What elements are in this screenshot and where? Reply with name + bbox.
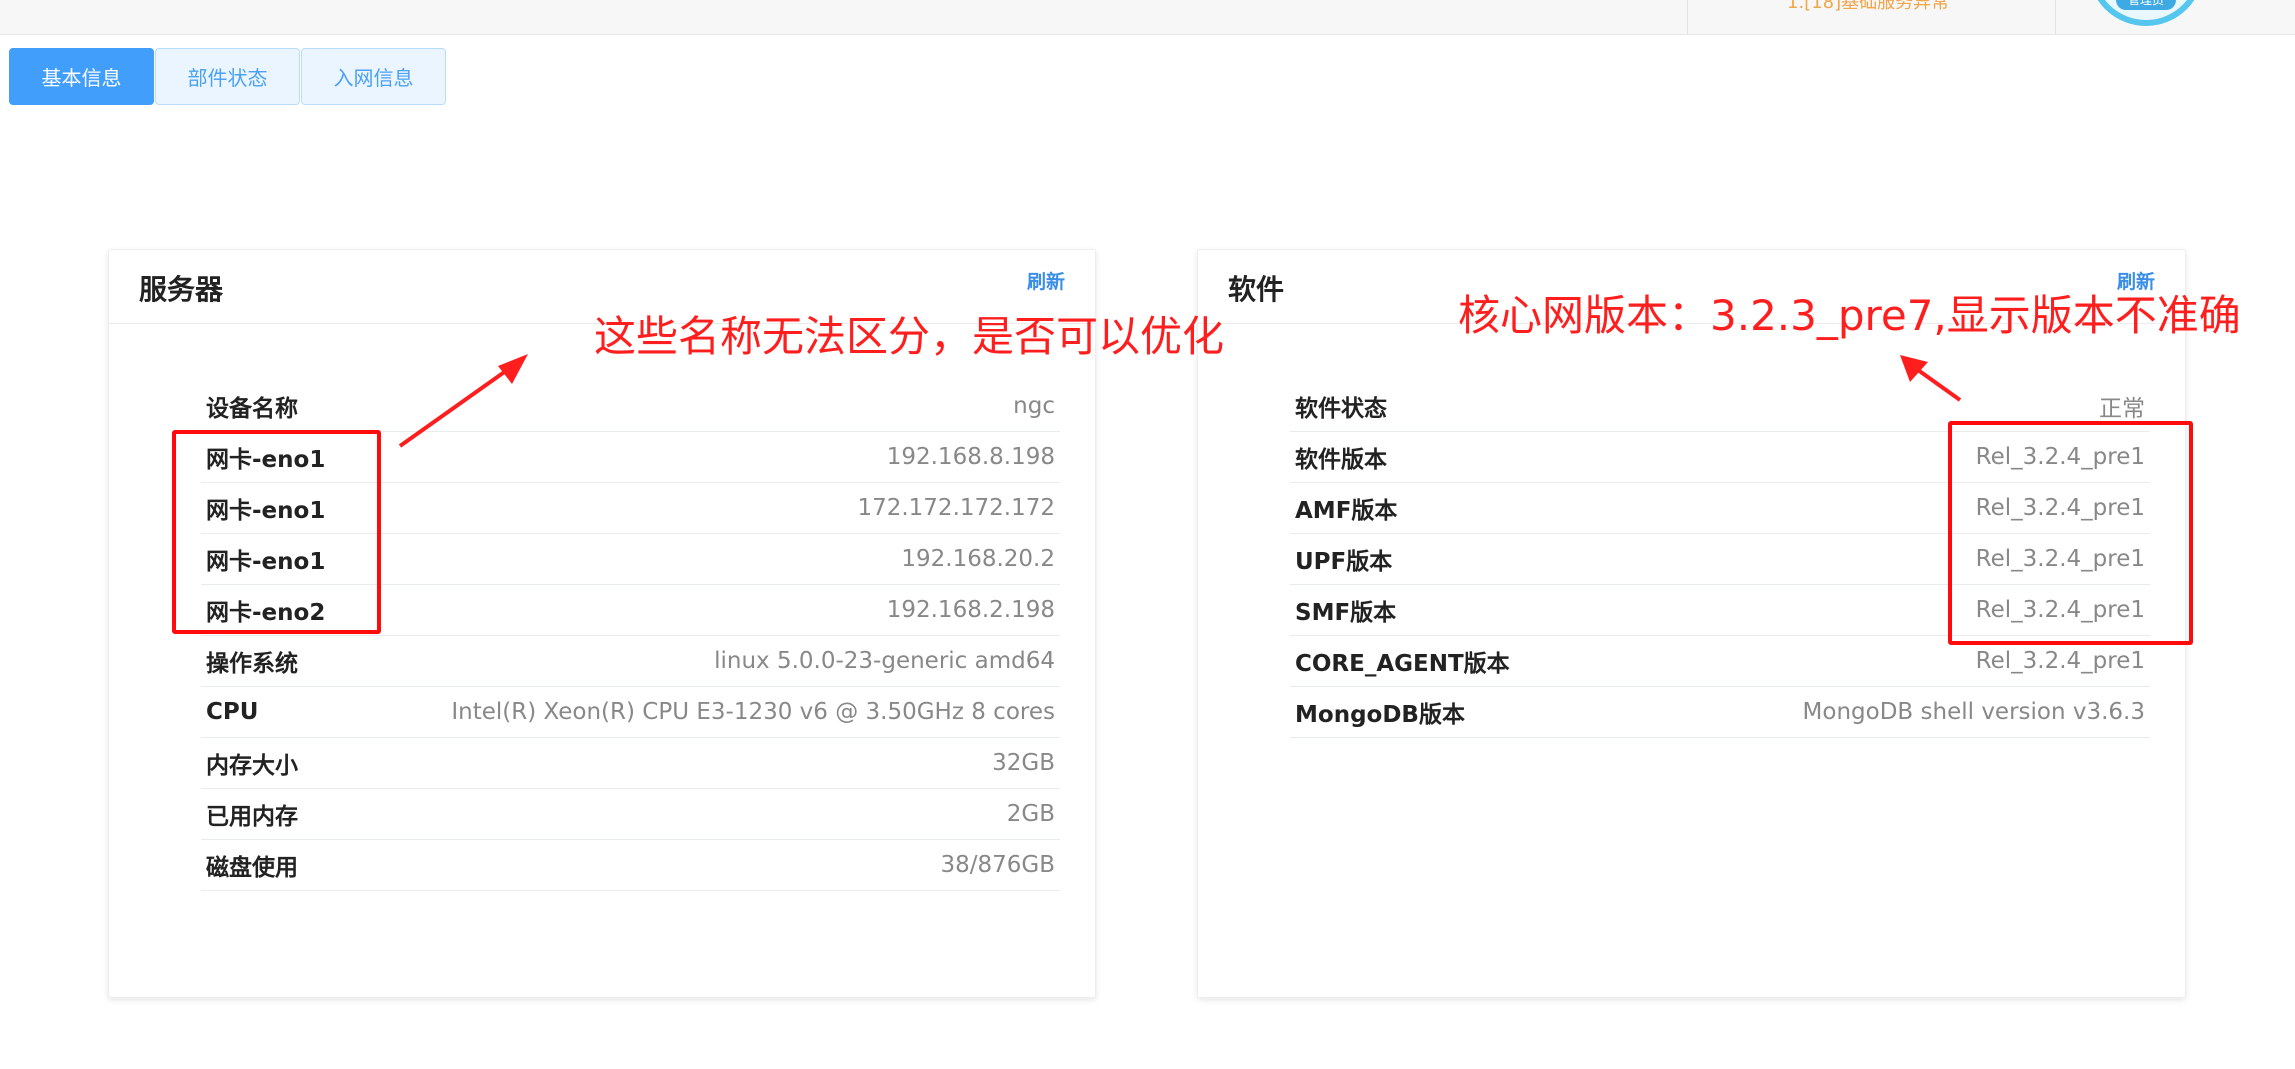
annotation-note-right: 核心网版本：3.2.3_pre7,显示版本不准确	[1458, 291, 2241, 340]
info-row-device-name: 设备名称 ngc	[201, 381, 1060, 432]
info-row-memory-size: 内存大小 32GB	[201, 738, 1060, 789]
info-key: 已用内存	[206, 804, 298, 830]
info-key: AMF版本	[1295, 498, 1398, 524]
info-key: CORE_AGENT版本	[1295, 651, 1510, 677]
info-key: UPF版本	[1295, 549, 1393, 575]
info-key: 软件版本	[1295, 447, 1387, 473]
info-key: 内存大小	[206, 753, 298, 779]
tab-basic-info[interactable]: 基本信息	[9, 48, 154, 105]
info-key: 磁盘使用	[206, 855, 298, 881]
info-key: SMF版本	[1295, 600, 1397, 626]
server-refresh-button[interactable]: 刷新	[1027, 267, 1065, 294]
info-row-cpu: CPU Intel(R) Xeon(R) CPU E3-1230 v6 @ 3.5…	[201, 687, 1060, 738]
top-header: 1.[18]基础服务异常 管理员	[0, 0, 2295, 35]
software-card-title: 软件	[1228, 273, 1285, 306]
tab-component-status[interactable]: 部件状态	[155, 48, 300, 105]
avatar-role-badge: 管理员	[2116, 0, 2176, 10]
header-divider	[2055, 0, 2056, 34]
info-value: 32GB	[992, 750, 1055, 776]
annotation-box-versions	[1948, 421, 2193, 645]
info-value: 192.168.8.198	[886, 444, 1055, 470]
info-value: 2GB	[1006, 801, 1055, 827]
info-row-disk-usage: 磁盘使用 38/876GB	[201, 840, 1060, 891]
info-row-mongodb-version: MongoDB版本 MongoDB shell version v3.6.3	[1290, 687, 2150, 738]
info-row-os: 操作系统 linux 5.0.0-23-generic amd64	[201, 636, 1060, 687]
info-key: MongoDB版本	[1295, 702, 1465, 728]
tab-bar: 基本信息 部件状态 入网信息	[9, 48, 447, 105]
server-card-title: 服务器	[139, 273, 224, 306]
alert-text[interactable]: 1.[18]基础服务异常	[1787, 0, 1949, 14]
info-value: 192.168.2.198	[886, 597, 1055, 623]
user-avatar[interactable]: 管理员	[2088, 0, 2204, 26]
info-value: 192.168.20.2	[901, 546, 1055, 572]
info-value: 172.172.172.172	[857, 495, 1055, 521]
info-key: 设备名称	[206, 396, 298, 422]
info-key: 操作系统	[206, 651, 298, 677]
info-value: ngc	[1013, 393, 1055, 419]
info-value: Rel_3.2.4_pre1	[1975, 648, 2145, 674]
tab-network-access-info[interactable]: 入网信息	[301, 48, 446, 105]
info-value: linux 5.0.0-23-generic amd64	[714, 648, 1055, 674]
info-value: 正常	[2099, 396, 2145, 422]
info-value: MongoDB shell version v3.6.3	[1802, 699, 2145, 725]
info-key: 软件状态	[1295, 396, 1387, 422]
annotation-box-nic-names	[172, 430, 381, 634]
header-divider	[1687, 0, 1688, 34]
info-value: 38/876GB	[940, 852, 1055, 878]
info-row-memory-used: 已用内存 2GB	[201, 789, 1060, 840]
annotation-note-left: 这些名称无法区分，是否可以优化	[594, 312, 1225, 361]
info-key: CPU	[206, 699, 259, 725]
info-value: Intel(R) Xeon(R) CPU E3-1230 v6 @ 3.50GH…	[451, 699, 1055, 725]
